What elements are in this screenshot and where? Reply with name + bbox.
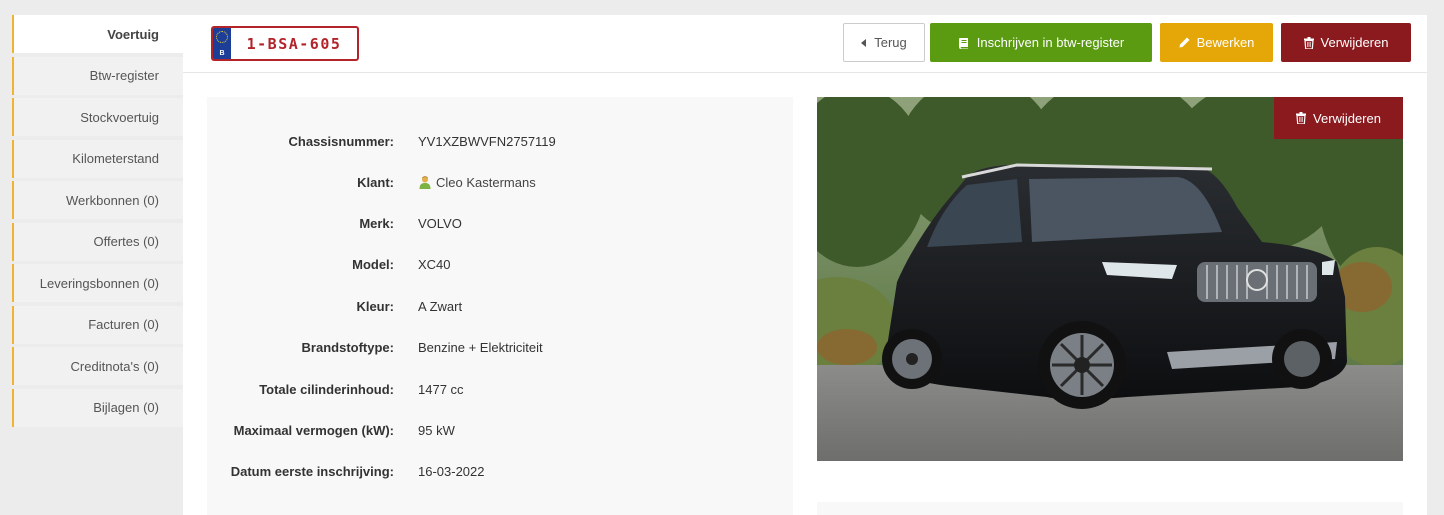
delete-photo-button[interactable]: Verwijderen [1274, 97, 1403, 139]
user-icon [418, 175, 432, 189]
trash-icon [1303, 36, 1314, 49]
caret-left-icon [861, 38, 867, 47]
detail-value: YV1XZBWVFN2757119 [418, 133, 556, 149]
sidebar-item-btw-register[interactable]: Btw-register [12, 56, 183, 95]
detail-label: Totale cilinderinhoud: [259, 381, 394, 397]
main-panel: B 1-BSA-605 Terug Inschrijven in btw-reg… [183, 15, 1427, 515]
detail-row-cilinderinhoud: Totale cilinderinhoud: 1477 cc [207, 379, 793, 399]
vehicle-sidebar: Voertuig Btw-register Stockvoertuig Kilo… [12, 15, 183, 430]
car-image [817, 97, 1403, 461]
sidebar-item-facturen[interactable]: Facturen (0) [12, 305, 183, 344]
detail-label: Brandstoftype: [301, 339, 394, 355]
register-btw-button-label: Inschrijven in btw-register [976, 35, 1125, 50]
vehicle-details-card: Chassisnummer: YV1XZBWVFN2757119 Klant: … [207, 97, 793, 515]
sidebar-item-bijlagen[interactable]: Bijlagen (0) [12, 388, 183, 427]
detail-label: Datum eerste inschrijving: [230, 463, 394, 479]
trash-icon [1296, 112, 1307, 124]
detail-value: Benzine + Elektriciteit [418, 339, 543, 355]
detail-value: A Zwart [418, 298, 463, 314]
detail-label: Maximaal vermogen (kW): [233, 422, 394, 438]
secondary-card [817, 502, 1403, 515]
detail-row-brandstoftype: Brandstoftype: Benzine + Elektriciteit [207, 337, 793, 357]
detail-label: Model: [352, 256, 394, 272]
delete-photo-button-label: Verwijderen [1313, 110, 1381, 126]
license-plate: B 1-BSA-605 [211, 26, 359, 61]
detail-row-klant: Klant: Cleo Kastermans [207, 172, 793, 192]
eu-flag-icon: B [213, 28, 231, 59]
pencil-icon [1179, 37, 1190, 48]
book-icon [958, 37, 970, 49]
sidebar-item-creditnotas[interactable]: Creditnota's (0) [12, 347, 183, 385]
detail-value: 16-03-2022 [418, 463, 485, 479]
detail-label: Merk: [359, 215, 394, 231]
plate-country: B [219, 50, 225, 57]
detail-value: VOLVO [418, 215, 462, 231]
sidebar-item-stockvoertuig[interactable]: Stockvoertuig [12, 98, 183, 136]
detail-row-vermogen: Maximaal vermogen (kW): 95 kW [207, 420, 793, 440]
customer-link[interactable]: Cleo Kastermans [436, 175, 536, 190]
edit-button-label: Bewerken [1196, 35, 1255, 50]
detail-value-klant: Cleo Kastermans [418, 175, 536, 190]
sidebar-item-kilometerstand[interactable]: Kilometerstand [12, 139, 183, 178]
detail-label: Chassisnummer: [288, 133, 394, 149]
register-btw-button[interactable]: Inschrijven in btw-register [930, 23, 1152, 62]
detail-label: Klant: [357, 174, 394, 190]
detail-value: XC40 [418, 256, 451, 272]
detail-row-chassisnummer: Chassisnummer: YV1XZBWVFN2757119 [207, 131, 793, 151]
detail-row-kleur: Kleur: A Zwart [207, 296, 793, 316]
delete-vehicle-button-label: Verwijderen [1320, 35, 1389, 50]
vehicle-photo: Verwijderen [817, 97, 1403, 461]
detail-value: 95 kW [418, 422, 455, 438]
back-button[interactable]: Terug [843, 23, 925, 62]
sidebar-item-werkbonnen[interactable]: Werkbonnen (0) [12, 181, 183, 219]
plate-number: 1-BSA-605 [246, 34, 342, 53]
detail-value: 1477 cc [418, 381, 464, 397]
back-button-label: Terug [874, 35, 907, 50]
sidebar-item-offertes[interactable]: Offertes (0) [12, 222, 183, 261]
sidebar-item-voertuig[interactable]: Voertuig [12, 15, 183, 53]
delete-vehicle-button[interactable]: Verwijderen [1281, 23, 1411, 62]
edit-button[interactable]: Bewerken [1160, 23, 1273, 62]
detail-label: Kleur: [356, 298, 394, 314]
detail-row-eerste-inschrijving: Datum eerste inschrijving: 16-03-2022 [207, 461, 793, 481]
sidebar-item-leveringsbonnen[interactable]: Leveringsbonnen (0) [12, 264, 183, 302]
toolbar: B 1-BSA-605 Terug Inschrijven in btw-reg… [183, 15, 1427, 73]
detail-row-merk: Merk: VOLVO [207, 213, 793, 233]
detail-row-model: Model: XC40 [207, 254, 793, 274]
